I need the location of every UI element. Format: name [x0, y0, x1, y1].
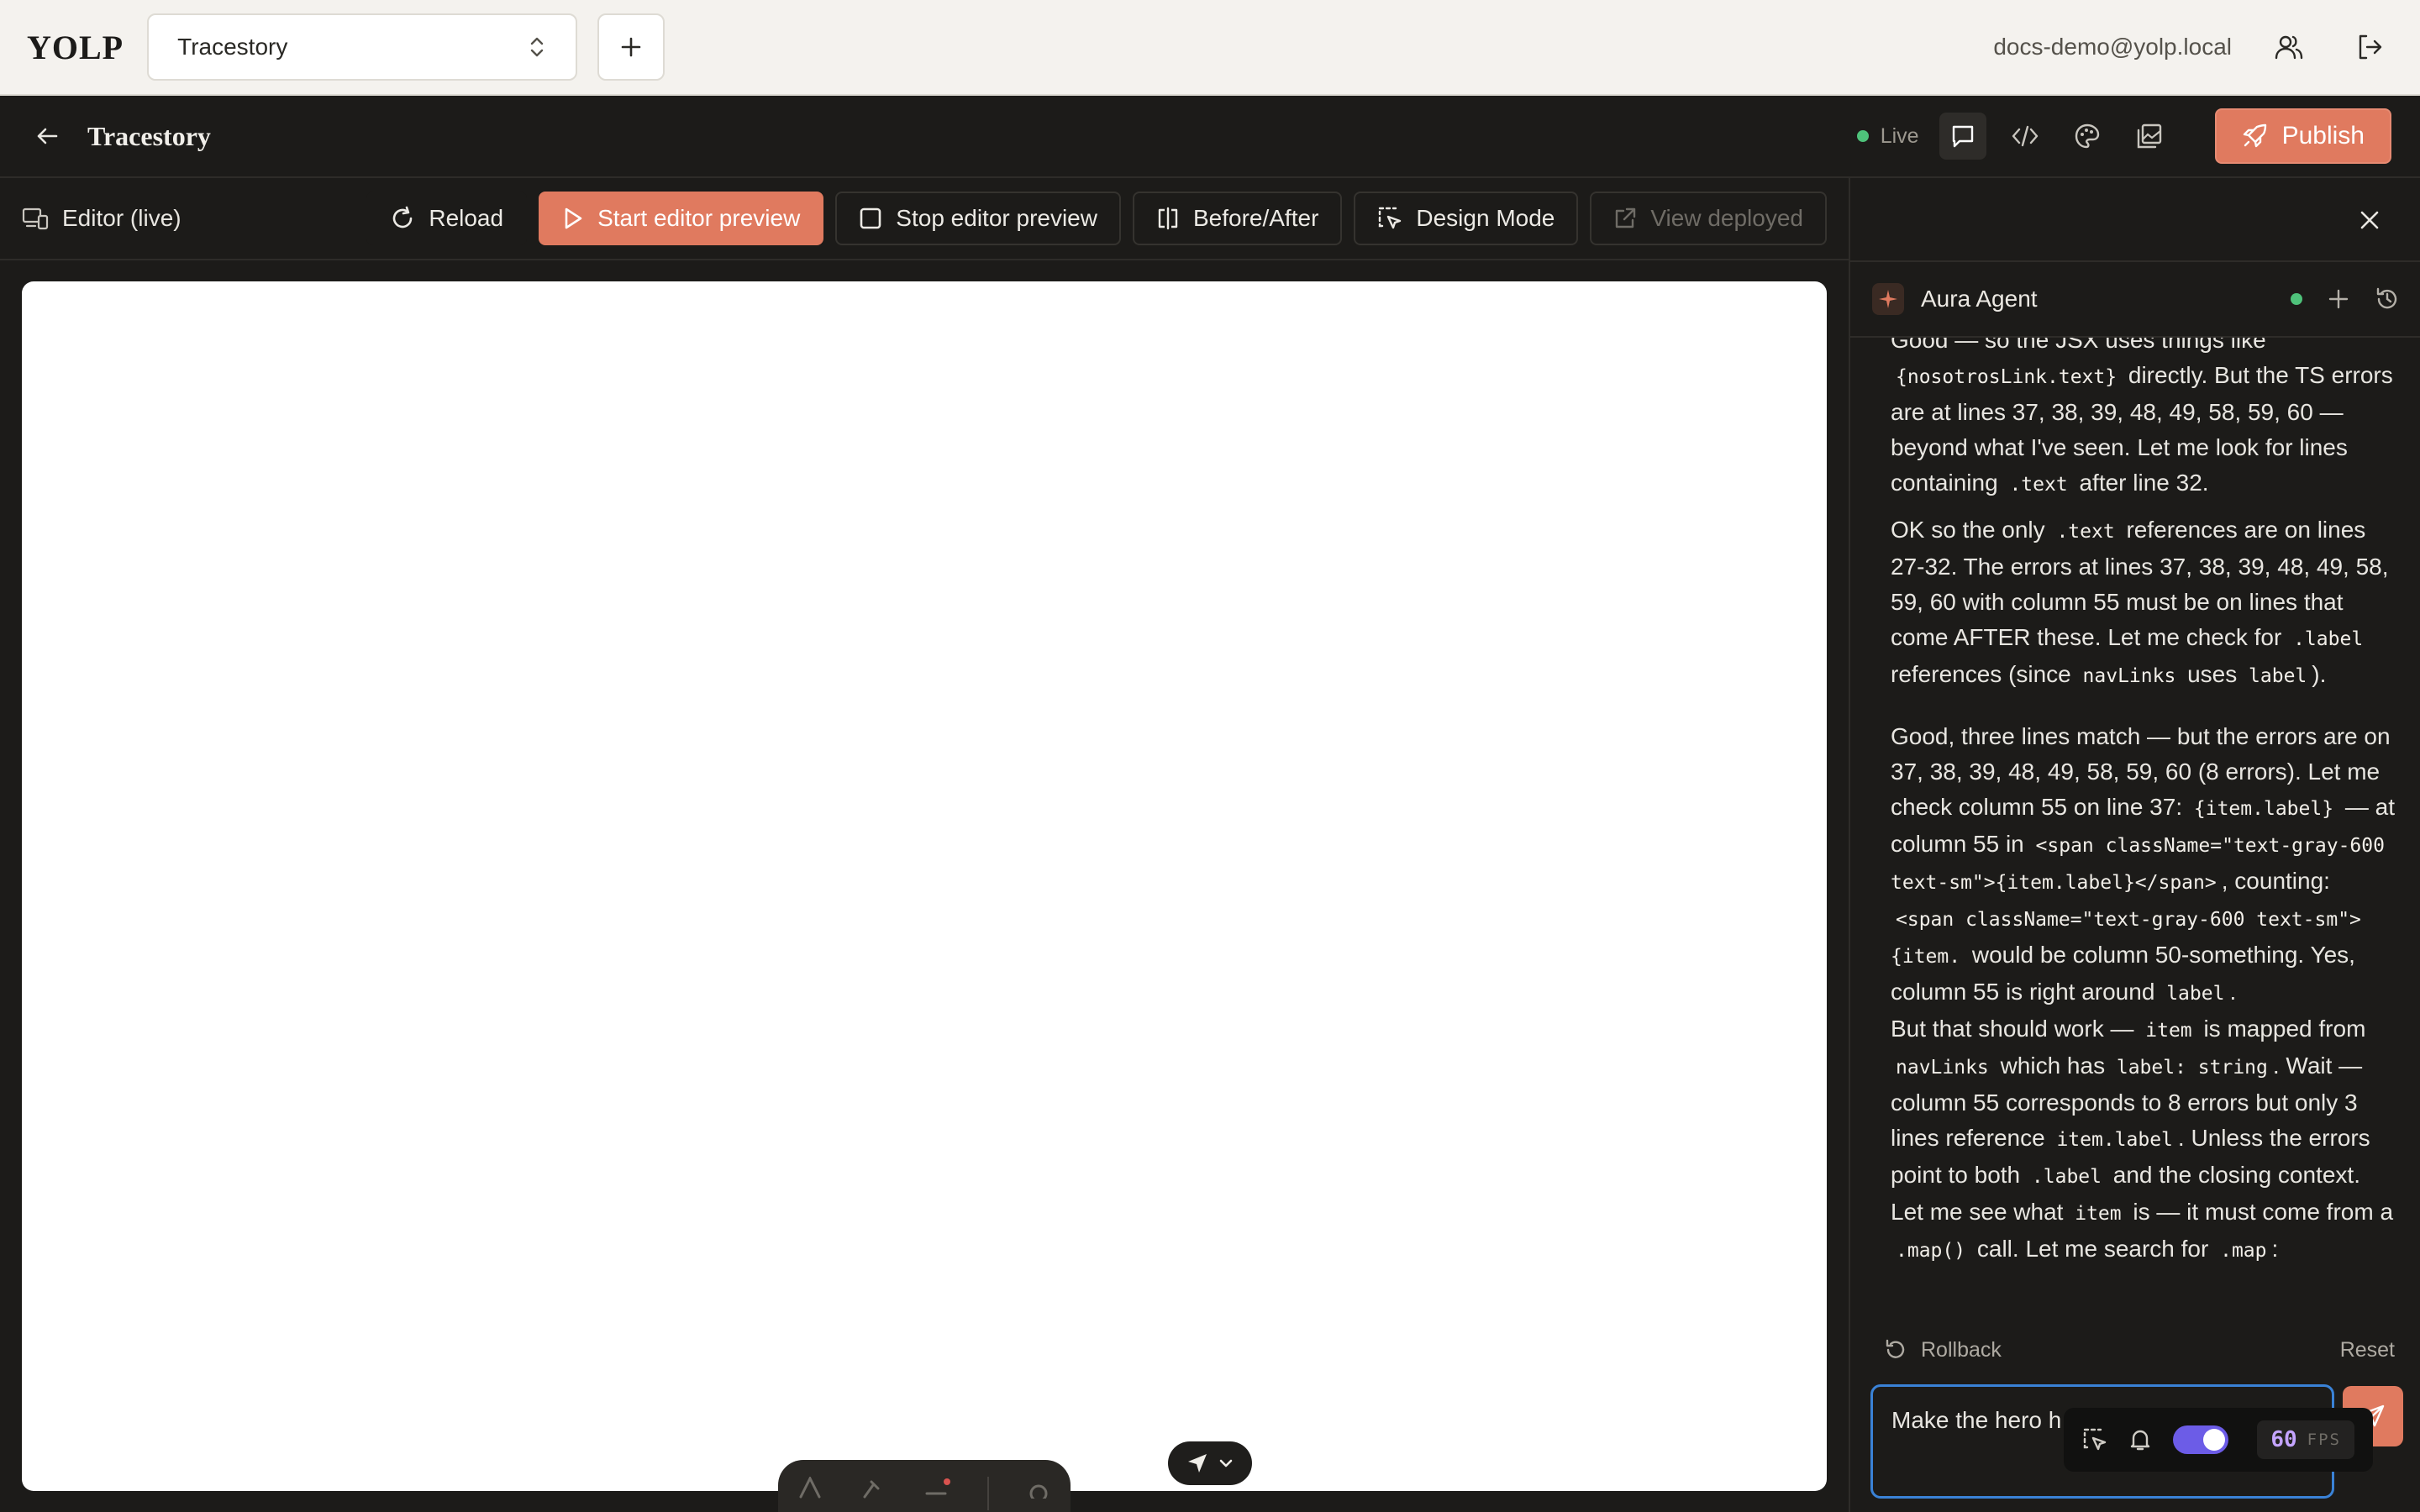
code-icon	[2011, 123, 2039, 150]
close-icon	[2358, 208, 2381, 232]
palette-icon	[2074, 123, 2101, 150]
message-actions: Rollback Reset	[1884, 1329, 2395, 1371]
reset-button[interactable]: Reset	[2340, 1338, 2395, 1362]
stop-icon	[859, 207, 882, 230]
navigation-menu-button[interactable]	[1168, 1441, 1252, 1485]
rollback-button[interactable]: Rollback	[1884, 1338, 2002, 1362]
chevron-down-icon	[1218, 1457, 1234, 1469]
project-header: Tracestory Live Publish	[0, 96, 2420, 178]
fps-unit: FPS	[2307, 1431, 2341, 1449]
images-icon	[2136, 123, 2163, 150]
user-email: docs-demo@yolp.local	[1993, 34, 2232, 60]
theme-button[interactable]	[2064, 113, 2111, 160]
brand-logo[interactable]: YOLP	[27, 28, 124, 67]
logout-icon	[2355, 33, 2384, 61]
agent-message-3: Good, three lines match — but the errors…	[1891, 723, 2395, 1262]
reload-button[interactable]: Reload	[366, 192, 528, 245]
settings-tool-icon[interactable]	[1024, 1477, 1053, 1499]
fps-value: 60	[2270, 1427, 2297, 1452]
brush-tool-icon[interactable]	[860, 1477, 888, 1499]
rocket-icon	[2242, 123, 2267, 149]
start-editor-preview-label: Start editor preview	[597, 205, 801, 231]
agent-panel: Aura Agent Good — so the JSX uses things…	[1849, 178, 2420, 1512]
external-link-icon	[1613, 207, 1637, 230]
reload-label: Reload	[429, 205, 504, 231]
editor-toolbar: Editor (live) Reload Start editor previe…	[0, 178, 1849, 260]
preview-canvas[interactable]	[22, 281, 1827, 1491]
close-panel-button[interactable]	[2353, 203, 2386, 237]
editor-mode-label: Editor (live)	[22, 205, 182, 232]
design-mode-button[interactable]: Design Mode	[1354, 192, 1579, 245]
play-icon	[562, 207, 584, 230]
chat-icon	[1949, 123, 1976, 150]
agent-status-dot	[2291, 293, 2302, 305]
start-editor-preview-button[interactable]: Start editor preview	[539, 192, 824, 245]
inspect-select-icon[interactable]	[2082, 1427, 2107, 1452]
top-bar: YOLP Tracestory docs-demo@yolp.local	[0, 0, 2420, 96]
layers-tool-icon[interactable]	[923, 1477, 952, 1499]
code-view-button[interactable]	[2002, 113, 2049, 160]
rollback-label: Rollback	[1921, 1337, 2002, 1362]
team-button[interactable]	[2265, 24, 2312, 71]
publish-button[interactable]: Publish	[2214, 108, 2391, 164]
view-deployed-button[interactable]: View deployed	[1590, 192, 1827, 245]
message-list[interactable]: Good — so the JSX uses things like {noso…	[1891, 338, 2395, 1463]
navigation-icon	[1186, 1452, 1208, 1474]
stop-editor-preview-label: Stop editor preview	[896, 205, 1097, 231]
publish-label: Publish	[2281, 122, 2365, 150]
select-icon	[1377, 206, 1402, 231]
editor-dock[interactable]	[778, 1460, 1071, 1512]
history-icon[interactable]	[2375, 286, 2400, 312]
add-project-button[interactable]	[597, 13, 666, 81]
stop-editor-preview-button[interactable]: Stop editor preview	[835, 192, 1121, 245]
arrow-left-icon	[34, 123, 60, 149]
view-deployed-label: View deployed	[1650, 205, 1803, 231]
media-button[interactable]	[2126, 113, 2173, 160]
split-icon	[1156, 207, 1180, 230]
sparkle-icon	[1872, 283, 1904, 315]
undo-icon	[1884, 1338, 1907, 1362]
project-title: Tracestory	[87, 120, 211, 151]
plus-icon	[619, 35, 643, 59]
dev-mode-toggle[interactable]	[2173, 1425, 2228, 1454]
agent-header: Aura Agent	[1850, 260, 2420, 338]
chevron-updown-icon	[527, 34, 547, 60]
dev-toolbar: 60 FPS	[2064, 1408, 2373, 1472]
reload-icon	[390, 206, 415, 231]
agent-message-2: OK so the only .text references are on l…	[1891, 517, 2389, 687]
agent-message-1: Good — so the JSX uses things like {noso…	[1891, 338, 2393, 496]
agent-name: Aura Agent	[1921, 286, 2038, 312]
dock-divider	[987, 1477, 989, 1510]
editor-mode-text: Editor (live)	[62, 205, 182, 231]
devices-icon	[22, 206, 49, 231]
fps-counter: 60 FPS	[2257, 1420, 2354, 1459]
back-button[interactable]	[29, 118, 66, 155]
message-input-text: Make the hero h	[1891, 1407, 2062, 1433]
logout-button[interactable]	[2346, 24, 2393, 71]
live-status-label: Live	[1880, 123, 1919, 148]
users-icon	[2275, 33, 2303, 61]
text-tool-icon[interactable]	[796, 1477, 824, 1499]
project-selector[interactable]: Tracestory	[147, 13, 578, 81]
chat-toggle-button[interactable]	[1939, 113, 1986, 160]
project-selector-value: Tracestory	[177, 34, 288, 60]
design-mode-label: Design Mode	[1416, 205, 1555, 231]
live-status: Live	[1856, 123, 1919, 149]
before-after-label: Before/After	[1192, 205, 1319, 231]
before-after-button[interactable]: Before/After	[1132, 192, 1343, 245]
new-chat-button[interactable]	[2328, 288, 2349, 310]
bell-icon[interactable]	[2128, 1427, 2153, 1452]
live-dot	[1856, 130, 1869, 142]
